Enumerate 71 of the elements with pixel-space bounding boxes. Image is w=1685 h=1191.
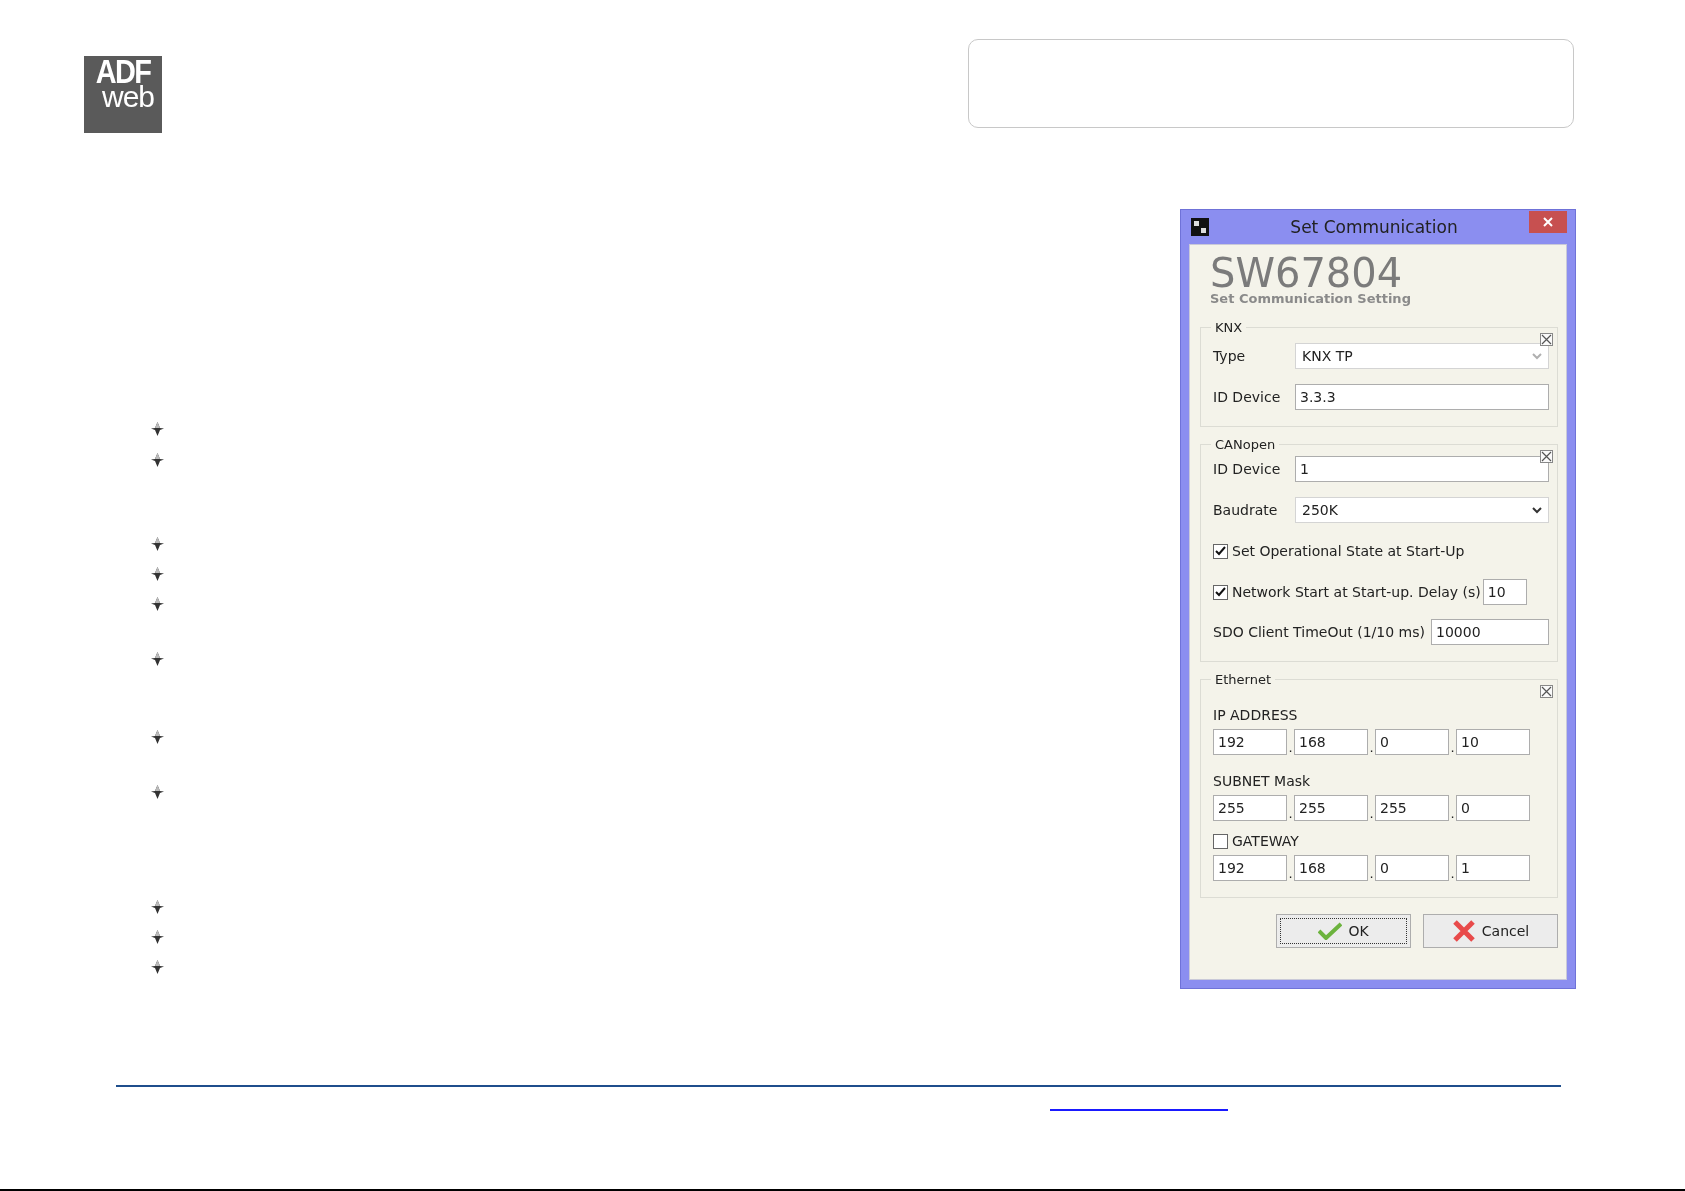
field-label: SUBNET Mask (1213, 773, 1312, 789)
logo: ADF web (84, 56, 162, 133)
chevron-icon (1532, 506, 1542, 514)
bullet-icon (151, 537, 164, 551)
bullet-icon (151, 453, 164, 467)
dot-separator: . (1287, 740, 1294, 755)
checkbox-label: GATEWAY (1232, 833, 1299, 849)
group-legend: KNX (1211, 320, 1247, 335)
app-icon (1191, 218, 1209, 236)
bullet-icon (151, 930, 164, 944)
x-box-icon[interactable] (1540, 685, 1553, 698)
octet-field[interactable]: 192 (1213, 855, 1287, 881)
bullet-icon (151, 422, 164, 436)
field-label: IP ADDRESS (1213, 707, 1299, 723)
bullet-icon (151, 960, 164, 974)
x-box-icon[interactable] (1540, 333, 1553, 346)
checkbox-label: Network Start at Start-up. Delay (s) (1232, 584, 1481, 600)
input-field[interactable]: 10 (1482, 579, 1527, 605)
octet-field[interactable]: 1 (1456, 855, 1530, 881)
product-subtitle: Set Communication Setting (1210, 291, 1412, 306)
window-title: Set Communication (1289, 217, 1459, 237)
checkbox[interactable] (1213, 833, 1228, 849)
bullet-icon (151, 785, 164, 799)
check-icon (1215, 546, 1226, 556)
bullet-icon (151, 652, 164, 666)
group-legend: Ethernet (1211, 672, 1275, 687)
close-button[interactable] (1529, 211, 1567, 233)
bullet-icon (151, 900, 164, 914)
octet-field[interactable]: 0 (1375, 729, 1449, 755)
group-legend: CANopen (1211, 437, 1280, 452)
field-label: SDO Client TimeOut (1/10 ms) (1213, 624, 1426, 640)
chevron-icon (1532, 352, 1542, 360)
close-icon (1543, 217, 1553, 227)
checkbox[interactable] (1213, 584, 1228, 600)
dot-separator: . (1449, 740, 1456, 755)
input-field[interactable]: 10000 (1431, 619, 1549, 645)
cross-icon (1451, 919, 1476, 943)
octet-field[interactable]: 255 (1294, 795, 1368, 821)
dot-separator: . (1368, 740, 1375, 755)
dot-separator: . (1368, 806, 1375, 821)
octet-field[interactable]: 10 (1456, 729, 1530, 755)
ok-button[interactable]: OK (1276, 914, 1411, 948)
input-field[interactable]: 3.3.3 (1295, 384, 1549, 410)
dot-separator: . (1287, 866, 1294, 881)
field-label: Type (1213, 348, 1247, 364)
checkbox-label: Set Operational State at Start-Up (1232, 543, 1465, 559)
baudrate-dropdown[interactable]: 250K (1295, 497, 1549, 523)
octet-field[interactable]: 255 (1213, 795, 1287, 821)
field-label: ID Device (1213, 461, 1282, 477)
bullet-icon (151, 567, 164, 581)
octet-field[interactable]: 255 (1375, 795, 1449, 821)
input-field[interactable]: 1 (1295, 456, 1549, 482)
octet-field[interactable]: 0 (1375, 855, 1449, 881)
x-box-icon[interactable] (1540, 450, 1553, 463)
field-label: Baudrate (1213, 502, 1279, 518)
field-label: ID Device (1213, 389, 1282, 405)
dot-separator: . (1449, 806, 1456, 821)
octet-field[interactable]: 168 (1294, 729, 1368, 755)
octet-field[interactable]: 192 (1213, 729, 1287, 755)
octet-field[interactable]: 168 (1294, 855, 1368, 881)
dot-separator: . (1449, 866, 1456, 881)
dot-separator: . (1287, 806, 1294, 821)
check-icon (1215, 587, 1226, 597)
checkbox[interactable] (1213, 543, 1228, 559)
checkmark-icon (1318, 922, 1343, 940)
bullet-icon (151, 730, 164, 744)
cancel-button[interactable]: Cancel (1423, 914, 1558, 948)
product-title: SW67804 (1210, 253, 1403, 293)
dot-separator: . (1368, 866, 1375, 881)
bullet-icon (151, 597, 164, 611)
octet-field[interactable]: 0 (1456, 795, 1530, 821)
